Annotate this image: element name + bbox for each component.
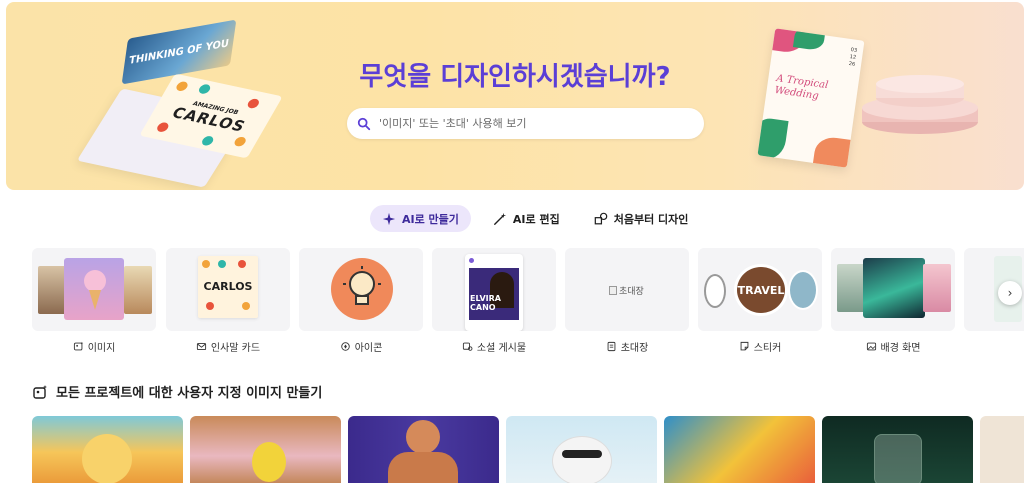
category-thumbnail: TRAVEL [698, 248, 822, 331]
category-thumbnail [299, 248, 423, 331]
mode-tabs: AI로 만들기 AI로 편집 처음부터 디자인 [370, 205, 700, 232]
category-label: 배경 화면 [880, 343, 921, 354]
category-icon[interactable]: 아이콘 [299, 248, 423, 354]
category-thumbnail: CARLOS [166, 248, 290, 331]
section-title-text: 모든 프로젝트에 대한 사용자 지정 이미지 만들기 [56, 386, 323, 401]
gallery-image[interactable] [190, 416, 341, 483]
image-sparkle-icon [73, 341, 83, 351]
category-invitation[interactable]: 초대장 초대장 [565, 248, 689, 354]
gallery-image[interactable] [32, 416, 183, 483]
image-sparkle-icon [33, 384, 47, 399]
gallery-image[interactable] [506, 416, 657, 483]
sticker-thumb-text: TRAVEL [737, 284, 785, 297]
search-bar[interactable] [347, 108, 704, 139]
category-thumbnail: 초대장 [565, 248, 689, 331]
social-icon [462, 342, 473, 351]
example-image-gallery [32, 416, 1024, 483]
tab-ai-edit[interactable]: AI로 편집 [481, 205, 572, 232]
category-thumbnail: ELVIRA CANO [432, 248, 556, 331]
category-label: 소셜 게시물 [476, 343, 527, 354]
social-thumb-text: ELVIRA CANO [470, 294, 501, 312]
tab-label: 처음부터 디자인 [613, 212, 689, 226]
wedding-date: 03 12 26 [848, 47, 858, 68]
magic-wand-icon [493, 212, 507, 225]
icon-shapes-icon [340, 342, 350, 351]
category-label: 스티커 [753, 343, 782, 354]
section-heading: 모든 프로젝트에 대한 사용자 지정 이미지 만들기 [32, 382, 322, 401]
category-thumbnail [32, 248, 156, 331]
tropical-wedding-invite-art: 03 12 26 A Tropical Wedding [757, 28, 865, 168]
category-label: 초대장 [620, 343, 649, 354]
gallery-image[interactable] [822, 416, 973, 483]
wedding-title: A Tropical Wedding [773, 73, 829, 102]
broken-image-icon [609, 286, 617, 295]
sticker-icon [740, 341, 749, 351]
gallery-image[interactable] [664, 416, 815, 483]
search-icon [357, 117, 371, 130]
cake-stand-art [862, 75, 978, 134]
category-label: 인사말 카드 [210, 343, 261, 354]
category-label: 아이콘 [354, 343, 383, 354]
tab-design-from-scratch[interactable]: 처음부터 디자인 [582, 205, 701, 232]
category-social-post[interactable]: ELVIRA CANO 소셜 게시물 [432, 248, 556, 354]
category-greeting-card[interactable]: CARLOS 인사말 카드 [166, 248, 290, 354]
tab-ai-create[interactable]: AI로 만들기 [370, 205, 471, 232]
gallery-image[interactable] [980, 416, 1024, 483]
hero-banner: THINKING OF YOU AMAZING JOB CARLOS 무엇을 디… [6, 2, 1024, 190]
category-carousel: 이미지 CARLOS 인사말 카드 아이콘 ELVIRA CANO 소셜 게시물… [32, 248, 1024, 358]
gallery-image[interactable] [348, 416, 499, 483]
sparkle-icon [382, 212, 396, 225]
category-sticker[interactable]: TRAVEL 스티커 [698, 248, 822, 354]
chevron-right-icon: › [1007, 286, 1013, 300]
category-thumbnail [831, 248, 955, 331]
invitation-icon [607, 341, 616, 352]
tab-label: AI로 만들기 [402, 212, 459, 226]
category-label: 이미지 [87, 343, 116, 354]
mail-icon [196, 342, 206, 351]
search-input[interactable] [379, 117, 679, 130]
category-wallpaper[interactable]: 배경 화면 [831, 248, 955, 354]
card-thumb-text: CARLOS [203, 280, 253, 293]
shapes-icon [594, 212, 608, 224]
wallpaper-icon [866, 342, 876, 351]
tab-label: AI로 편집 [512, 212, 560, 226]
broken-image-alt: 초대장 [619, 287, 644, 297]
carousel-next-button[interactable]: › [998, 281, 1022, 305]
category-image[interactable]: 이미지 [32, 248, 156, 354]
